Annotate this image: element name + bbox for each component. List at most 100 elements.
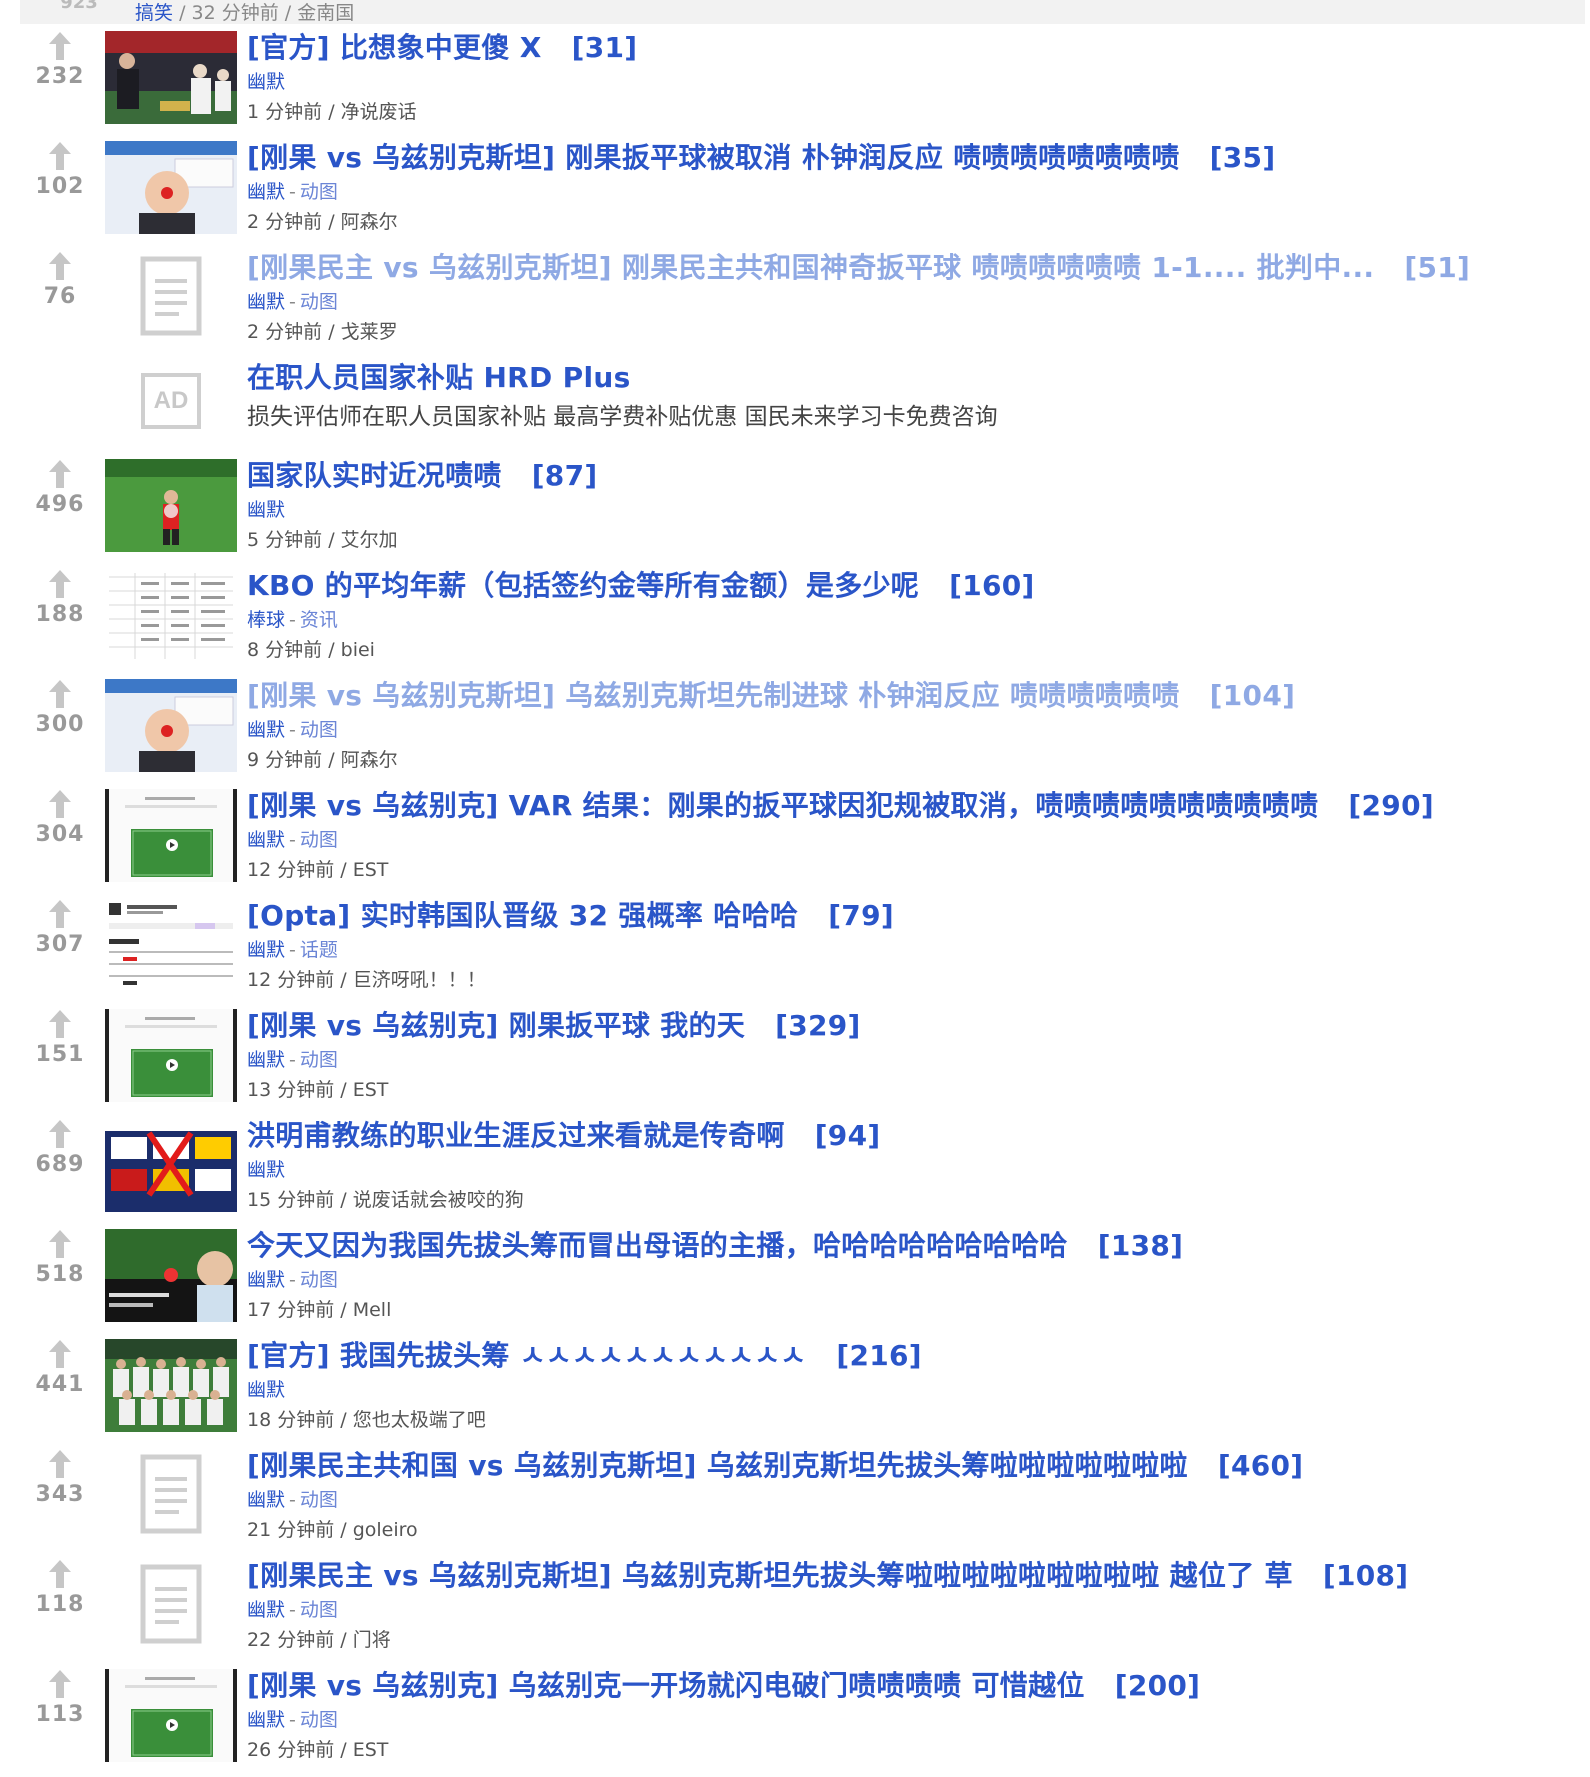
subcategory-link[interactable]: 动图 — [300, 1709, 338, 1731]
post-title-link[interactable]: [刚果 vs 乌兹别克] VAR 结果：刚果的扳平球因犯规被取消，啧啧啧啧啧啧啧… — [247, 787, 1580, 825]
upvote[interactable]: 151 — [22, 1010, 98, 1067]
upvote-arrow-icon[interactable] — [22, 1450, 98, 1478]
post-thumbnail[interactable] — [105, 1119, 237, 1212]
post-author[interactable]: 艾尔加 — [341, 529, 398, 551]
post-author[interactable]: goleiro — [353, 1519, 418, 1541]
comment-count[interactable]: [87] — [532, 459, 598, 492]
post-thumbnail[interactable] — [105, 251, 237, 344]
upvote[interactable]: 188 — [22, 570, 98, 627]
post-title-link[interactable]: [刚果民主 vs 乌兹别克斯坦] 乌兹别克斯坦先拔头筹啦啦啦啦啦啦啦啦啦 越位了… — [247, 1557, 1580, 1595]
comment-count[interactable]: [104] — [1210, 679, 1296, 712]
subcategory-link[interactable]: 话题 — [300, 939, 338, 961]
comment-count[interactable]: [200] — [1115, 1669, 1201, 1702]
post-thumbnail[interactable] — [105, 679, 237, 772]
post-author[interactable]: biei — [341, 639, 375, 661]
comment-count[interactable]: [290] — [1348, 789, 1434, 822]
upvote-arrow-icon[interactable] — [22, 1670, 98, 1698]
comment-count[interactable]: [216] — [836, 1339, 922, 1372]
subcategory-link[interactable]: 动图 — [300, 1489, 338, 1511]
subcategory-link[interactable]: 动图 — [300, 719, 338, 741]
comment-count[interactable]: [35] — [1210, 141, 1276, 174]
category-link[interactable]: 幽默 — [247, 181, 285, 203]
post-thumbnail[interactable] — [105, 459, 237, 552]
post-title[interactable]: [刚果 vs 乌兹别克斯坦] 乌兹别克斯坦先制进球 朴钟润反应 啧啧啧啧啧啧 — [247, 679, 1180, 712]
subcategory-link[interactable]: 动图 — [300, 1269, 338, 1291]
post-author[interactable]: EST — [353, 859, 389, 881]
subcategory-link[interactable]: 动图 — [300, 1049, 338, 1071]
category-link[interactable]: 幽默 — [247, 719, 285, 741]
post-title-link[interactable]: [刚果民主 vs 乌兹别克斯坦] 刚果民主共和国神奇扳平球 啧啧啧啧啧啧 1-1… — [247, 249, 1580, 287]
post-title[interactable]: [刚果民主共和国 vs 乌兹别克斯坦] 乌兹别克斯坦先拔头筹啦啦啦啦啦啦啦 — [247, 1449, 1188, 1482]
post-title-link[interactable]: 国家队实时近况啧啧 [87] — [247, 457, 1580, 495]
upvote-arrow-icon[interactable] — [22, 460, 98, 488]
ad-title[interactable]: 在职人员国家补贴 HRD Plus — [247, 359, 1580, 397]
upvote[interactable]: 689 — [22, 1120, 98, 1177]
post-author[interactable]: Mell — [353, 1299, 392, 1321]
category-link[interactable]: 幽默 — [247, 829, 285, 851]
post-title-link[interactable]: 洪明甫教练的职业生涯反过来看就是传奇啊 [94] — [247, 1117, 1580, 1155]
post-thumbnail[interactable] — [105, 899, 237, 992]
upvote[interactable]: 496 — [22, 460, 98, 517]
post-title-link[interactable]: [刚果 vs 乌兹别克斯坦] 乌兹别克斯坦先制进球 朴钟润反应 啧啧啧啧啧啧 [1… — [247, 677, 1580, 715]
category-link[interactable]: 棒球 — [247, 609, 285, 631]
category-link[interactable]: 幽默 — [247, 939, 285, 961]
post-thumbnail[interactable] — [105, 789, 237, 882]
comment-count[interactable]: [94] — [815, 1119, 881, 1152]
post-title[interactable]: [刚果 vs 乌兹别克斯坦] 刚果扳平球被取消 朴钟润反应 啧啧啧啧啧啧啧啧 — [247, 141, 1180, 174]
post-author[interactable]: EST — [353, 1739, 389, 1761]
post-thumbnail[interactable] — [105, 1559, 237, 1652]
upvote-arrow-icon[interactable] — [22, 570, 98, 598]
upvote-arrow-icon[interactable] — [22, 252, 98, 280]
ad-row[interactable]: AD 在职人员国家补贴 HRD Plus 损失评估师在职人员国家补贴 最高学费补贴优… — [0, 356, 1590, 454]
post-title-link[interactable]: KBO 的平均年薪（包括签约金等所有金额）是多少呢 [160] — [247, 567, 1580, 605]
upvote[interactable]: 76 — [22, 252, 98, 309]
upvote[interactable]: 304 — [22, 790, 98, 847]
post-author[interactable]: 金南国 — [297, 2, 354, 24]
upvote-arrow-icon[interactable] — [22, 1230, 98, 1258]
post-author[interactable]: 阿森尔 — [341, 211, 398, 233]
post-title[interactable]: [官方] 我国先拔头筹 ㅅㅅㅅㅅㅅㅅㅅㅅㅅㅅㅅ — [247, 1339, 806, 1372]
post-author[interactable]: 说废话就会被咬的狗 — [353, 1189, 524, 1211]
upvote-arrow-icon[interactable] — [22, 1010, 98, 1038]
comment-count[interactable]: [138] — [1098, 1229, 1184, 1262]
post-thumbnail[interactable] — [105, 1229, 237, 1322]
post-title-link[interactable]: [Opta] 实时韩国队晋级 32 强概率 哈哈哈 [79] — [247, 897, 1580, 935]
subcategory-link[interactable]: 动图 — [300, 291, 338, 313]
subcategory-link[interactable]: 资讯 — [300, 609, 338, 631]
comment-count[interactable]: [108] — [1323, 1559, 1409, 1592]
category-link[interactable]: 幽默 — [247, 1159, 285, 1181]
post-author[interactable]: 您也太极端了吧 — [353, 1409, 486, 1431]
comment-count[interactable]: [31] — [572, 31, 638, 64]
category-link[interactable]: 幽默 — [247, 1709, 285, 1731]
post-title[interactable]: [刚果 vs 乌兹别克] 刚果扳平球 我的天 — [247, 1009, 745, 1042]
upvote-arrow-icon[interactable] — [22, 32, 98, 60]
upvote-arrow-icon[interactable] — [22, 1340, 98, 1368]
category-link[interactable]: 幽默 — [247, 1599, 285, 1621]
post-thumbnail[interactable] — [105, 1009, 237, 1102]
post-author[interactable]: 戈莱罗 — [341, 321, 398, 343]
post-thumbnail[interactable] — [105, 1449, 237, 1542]
upvote[interactable]: 518 — [22, 1230, 98, 1287]
post-title[interactable]: 国家队实时近况啧啧 — [247, 459, 502, 492]
upvote[interactable]: 343 — [22, 1450, 98, 1507]
post-title[interactable]: [刚果民主 vs 乌兹别克斯坦] 刚果民主共和国神奇扳平球 啧啧啧啧啧啧 1-1… — [247, 251, 1374, 284]
category-link[interactable]: 幽默 — [247, 1269, 285, 1291]
category-link[interactable]: 幽默 — [247, 499, 285, 521]
upvote[interactable]: 113 — [22, 1670, 98, 1727]
comment-count[interactable]: [460] — [1218, 1449, 1304, 1482]
subcategory-link[interactable]: 动图 — [300, 181, 338, 203]
post-thumbnail[interactable] — [105, 141, 237, 234]
post-author[interactable]: 净说废话 — [341, 101, 417, 123]
post-title-link[interactable]: [刚果民主共和国 vs 乌兹别克斯坦] 乌兹别克斯坦先拔头筹啦啦啦啦啦啦啦 [46… — [247, 1447, 1580, 1485]
category-link[interactable]: 搞笑 — [135, 2, 173, 24]
post-title[interactable]: [官方] 比想象中更傻 X — [247, 31, 542, 64]
post-title[interactable]: [刚果民主 vs 乌兹别克斯坦] 乌兹别克斯坦先拔头筹啦啦啦啦啦啦啦啦啦 越位了… — [247, 1559, 1293, 1592]
upvote-arrow-icon[interactable] — [22, 1560, 98, 1588]
upvote[interactable]: 118 — [22, 1560, 98, 1617]
comment-count[interactable]: [160] — [949, 569, 1035, 602]
post-thumbnail[interactable] — [105, 1339, 237, 1432]
upvote-arrow-icon[interactable] — [22, 900, 98, 928]
post-author[interactable]: 巨济呀吼！！！ — [353, 969, 486, 991]
post-title[interactable]: [刚果 vs 乌兹别克] VAR 结果：刚果的扳平球因犯规被取消，啧啧啧啧啧啧啧… — [247, 789, 1318, 822]
post-thumbnail[interactable] — [105, 569, 237, 662]
